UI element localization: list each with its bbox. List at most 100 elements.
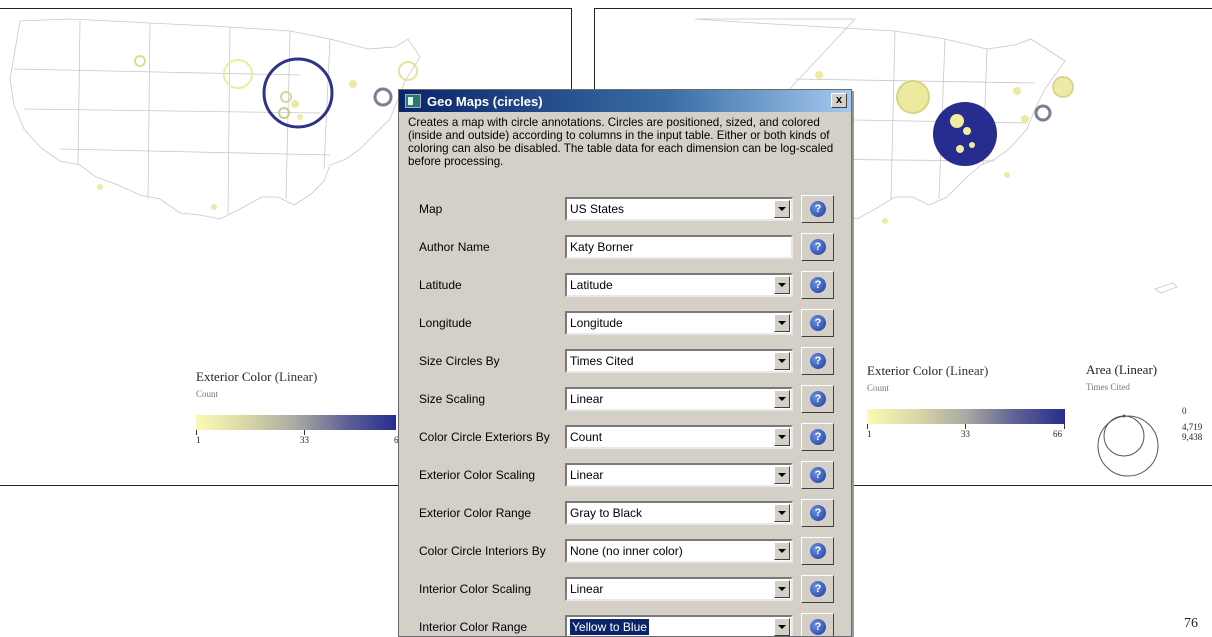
chevron-down-icon[interactable] <box>774 466 790 484</box>
legend-subtitle: Count <box>196 389 219 399</box>
help-button[interactable]: ? <box>801 575 834 603</box>
dialog-description: Creates a map with circle annotations. C… <box>408 116 834 168</box>
help-icon: ? <box>810 581 826 597</box>
help-button[interactable]: ? <box>801 613 834 636</box>
chevron-down-icon[interactable] <box>774 200 790 218</box>
field-value: Linear <box>570 392 604 406</box>
field-value: Times Cited <box>570 354 634 368</box>
chevron-down-icon[interactable] <box>774 542 790 560</box>
area-legend: Area (Linear) Times Cited 0 4,719 9,438 <box>1086 362 1212 492</box>
param-row-interior-color-scaling: Interior Color Scaling Linear? <box>399 571 851 607</box>
param-row-exterior-color-scaling: Exterior Color Scaling Linear? <box>399 457 851 493</box>
help-icon: ? <box>810 201 826 217</box>
exterior-color-scaling-dropdown[interactable]: Linear <box>565 463 793 487</box>
area-legend-title: Area <box>1086 362 1112 377</box>
help-icon: ? <box>810 429 826 445</box>
color-circle-interiors-by-dropdown[interactable]: None (no inner color) <box>565 539 793 563</box>
right-map-circles <box>815 71 1074 224</box>
chevron-down-icon[interactable] <box>774 276 790 294</box>
close-button[interactable]: x <box>831 93 847 108</box>
size-circles-by-dropdown[interactable]: Times Cited <box>565 349 793 373</box>
help-icon: ? <box>810 391 826 407</box>
legend-subtitle: Count <box>867 383 890 393</box>
legend-tick-mid: 33 <box>961 429 970 439</box>
legend-scale: (Linear) <box>274 369 318 384</box>
field-value: Gray to Black <box>570 506 643 520</box>
help-button[interactable]: ? <box>801 537 834 565</box>
help-button[interactable]: ? <box>801 499 834 527</box>
legend-tick-mid: 33 <box>300 435 309 445</box>
exterior-color-range-dropdown[interactable]: Gray to Black <box>565 501 793 525</box>
map-dropdown[interactable]: US States <box>565 197 793 221</box>
field-value: Linear <box>570 582 604 596</box>
legend-scale: (Linear) <box>945 363 989 378</box>
param-row-interior-color-range: Interior Color Range Yellow to Blue? <box>399 609 851 636</box>
area-value-1: 4,719 <box>1182 422 1203 432</box>
interior-color-scaling-dropdown[interactable]: Linear <box>565 577 793 601</box>
param-label: Longitude <box>419 316 472 330</box>
help-icon: ? <box>810 239 826 255</box>
param-row-longitude: Longitude Longitude? <box>399 305 851 341</box>
area-value-2: 9,438 <box>1182 432 1203 442</box>
latitude-dropdown[interactable]: Latitude <box>565 273 793 297</box>
area-legend-circles <box>1097 414 1159 477</box>
help-icon: ? <box>810 467 826 483</box>
chevron-down-icon[interactable] <box>774 580 790 598</box>
param-label: Author Name <box>419 240 490 254</box>
param-label: Color Circle Interiors By <box>419 544 546 558</box>
param-row-exterior-color-range: Exterior Color Range Gray to Black? <box>399 495 851 531</box>
param-label: Exterior Color Scaling <box>419 468 536 482</box>
help-button[interactable]: ? <box>801 423 834 451</box>
geo-maps-dialog: Geo Maps (circles) x Creates a map with … <box>398 89 852 637</box>
help-icon: ? <box>810 505 826 521</box>
area-legend-subtitle: Times Cited <box>1086 382 1130 392</box>
help-button[interactable]: ? <box>801 233 834 261</box>
longitude-dropdown[interactable]: Longitude <box>565 311 793 335</box>
param-label: Map <box>419 202 443 216</box>
legend-title: Exterior Color <box>196 369 272 384</box>
help-button[interactable]: ? <box>801 461 834 489</box>
left-color-legend: Exterior Color (Linear) Count 1 33 6 <box>196 369 399 459</box>
chevron-down-icon[interactable] <box>774 314 790 332</box>
help-button[interactable]: ? <box>801 347 834 375</box>
help-button[interactable]: ? <box>801 271 834 299</box>
area-value-0: 0 <box>1182 406 1187 416</box>
param-row-color-circle-interiors-by: Color Circle Interiors By None (no inner … <box>399 533 851 569</box>
help-button[interactable]: ? <box>801 195 834 223</box>
field-value: Linear <box>570 468 604 482</box>
page-number: 76 <box>1184 616 1198 631</box>
help-icon: ? <box>810 315 826 331</box>
field-value: US States <box>570 202 625 216</box>
right-color-legend: Exterior Color (Linear) Count 1 33 66 <box>867 363 1067 459</box>
left-map-circles <box>97 55 418 210</box>
param-label: Exterior Color Range <box>419 506 532 520</box>
param-label: Latitude <box>419 278 462 292</box>
legend-tick-min: 1 <box>196 435 201 445</box>
interior-color-range-dropdown[interactable]: Yellow to Blue <box>565 615 793 636</box>
dialog-titlebar[interactable]: Geo Maps (circles) x <box>399 90 851 112</box>
param-label: Size Circles By <box>419 354 500 368</box>
color-ramp <box>867 409 1065 424</box>
chevron-down-icon[interactable] <box>774 390 790 408</box>
chevron-down-icon[interactable] <box>774 352 790 370</box>
author-name-field[interactable]: Katy Borner <box>565 235 793 259</box>
size-scaling-dropdown[interactable]: Linear <box>565 387 793 411</box>
chevron-down-icon[interactable] <box>774 618 790 636</box>
legend-title: Exterior Color <box>867 363 943 378</box>
field-value: Yellow to Blue <box>570 619 649 635</box>
param-label: Interior Color Range <box>419 620 528 634</box>
chevron-down-icon[interactable] <box>774 428 790 446</box>
color-circle-exteriors-by-dropdown[interactable]: Count <box>565 425 793 449</box>
field-value: None (no inner color) <box>570 544 683 558</box>
field-value: Count <box>570 430 603 444</box>
app-window-icon <box>405 94 421 108</box>
param-row-map: Map US States? <box>399 191 851 227</box>
field-value: Latitude <box>570 278 613 292</box>
help-button[interactable]: ? <box>801 309 834 337</box>
help-icon: ? <box>810 543 826 559</box>
param-row-author-name: Author Name Katy Borner? <box>399 229 851 265</box>
chevron-down-icon[interactable] <box>774 504 790 522</box>
help-button[interactable]: ? <box>801 385 834 413</box>
param-row-color-circle-exteriors-by: Color Circle Exteriors By Count? <box>399 419 851 455</box>
help-icon: ? <box>810 353 826 369</box>
